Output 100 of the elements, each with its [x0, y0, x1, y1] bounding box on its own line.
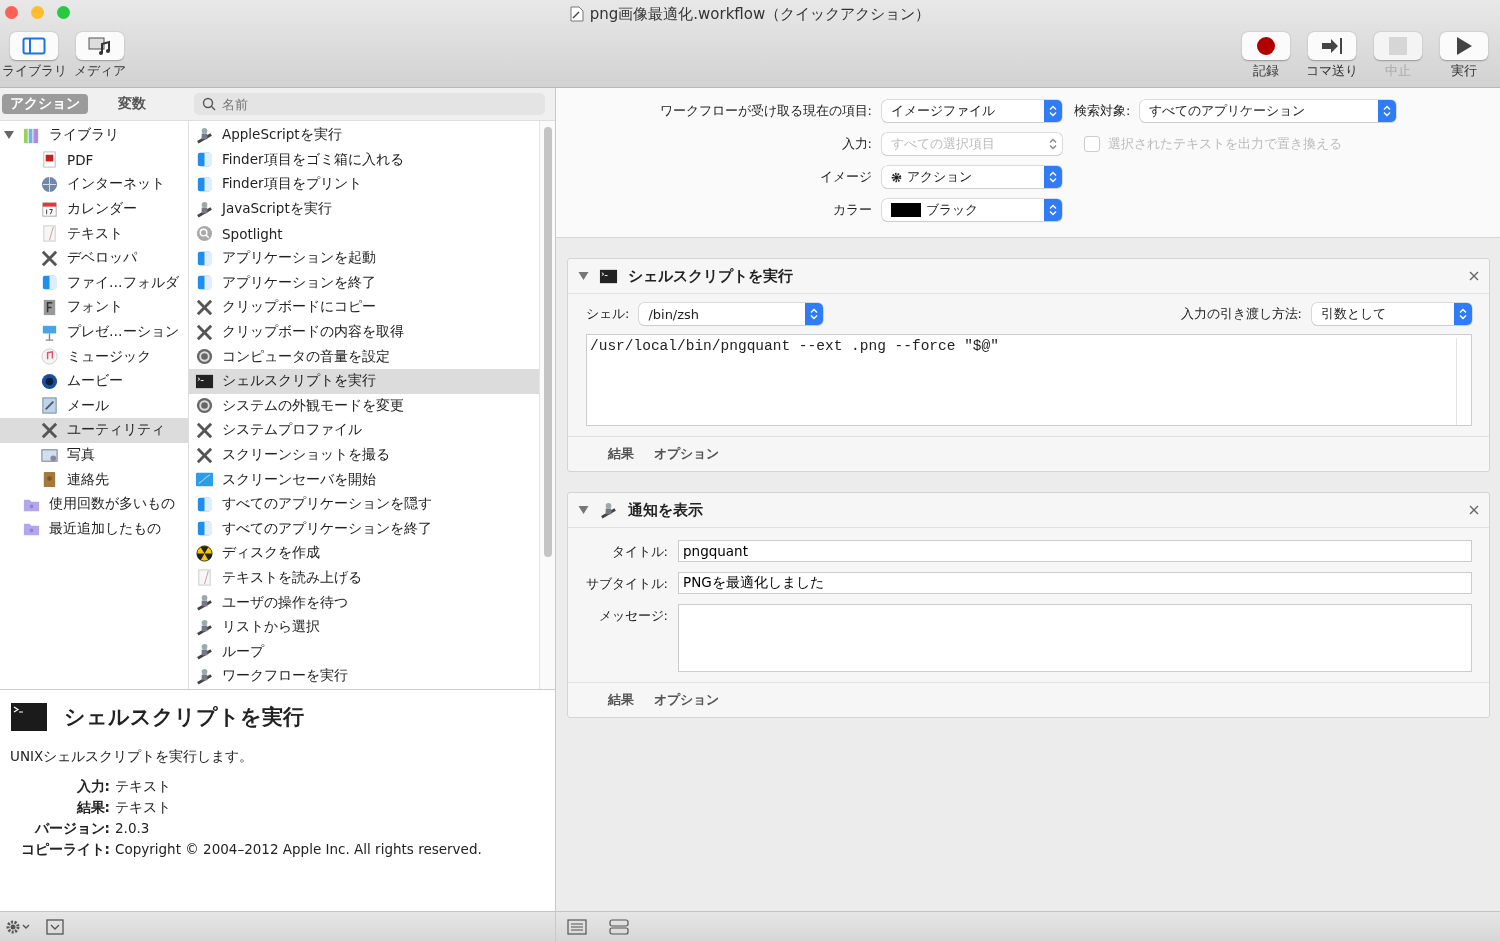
sidebar-item[interactable]: ミュージック	[0, 344, 188, 369]
search-field[interactable]: 名前	[194, 93, 545, 115]
action-item[interactable]: リストから選択	[189, 614, 539, 640]
step-button[interactable]	[1308, 32, 1356, 60]
detail-value: テキスト	[115, 778, 172, 796]
action-item[interactable]: スクリーンショットを撮る	[189, 442, 539, 468]
stepper-arrows-icon	[805, 303, 824, 325]
search-target-popup[interactable]: すべてのアプリケーション	[1140, 100, 1397, 122]
gear-icon	[195, 347, 214, 367]
window-title: png画像最適化.workflow（クイックアクション）	[589, 4, 931, 24]
card-tab[interactable]: 結果	[608, 445, 634, 463]
disclosure-triangle-icon	[4, 130, 14, 141]
tools-icon	[195, 420, 214, 440]
action-item[interactable]: ディスクを作成	[189, 541, 539, 566]
action-item[interactable]: シェルスクリプトを実行	[189, 368, 539, 394]
sidebar-item[interactable]: 連絡先	[0, 467, 188, 492]
search-icon	[202, 97, 216, 111]
action-item[interactable]: クリップボードの内容を取得	[189, 319, 539, 345]
disclosure-triangle-icon[interactable]	[578, 505, 589, 515]
sidebar-item[interactable]: フォント	[0, 295, 188, 320]
action-item[interactable]: ユーザの操作を待つ	[189, 590, 539, 615]
field-label: カラー	[832, 201, 873, 219]
sidebar-item[interactable]: 使用回数が多いもの	[0, 491, 188, 517]
run-button[interactable]	[1440, 32, 1488, 60]
toolbar-label: 記録	[1253, 63, 1279, 80]
radiation-icon	[195, 543, 214, 563]
action-description: UNIXシェルスクリプトを実行します。	[10, 748, 255, 766]
record-button[interactable]	[1242, 32, 1290, 60]
action-item[interactable]: クリップボードにコピー	[189, 295, 539, 320]
detail-value: 2.0.3	[115, 820, 151, 838]
action-item[interactable]: システムプロファイル	[189, 418, 539, 443]
field-label: 入力:	[840, 135, 873, 153]
card-tab[interactable]: 結果	[608, 691, 634, 709]
notepad-icon	[195, 568, 214, 588]
gear-menu-icon[interactable]	[6, 919, 32, 935]
receives-popup[interactable]: イメージファイル	[882, 100, 1062, 122]
text-field[interactable]: PNGを最適化しました	[678, 572, 1472, 594]
close-icon[interactable]	[1469, 505, 1479, 515]
close-icon[interactable]	[1469, 271, 1479, 281]
toggle-description-icon[interactable]	[46, 919, 64, 935]
sidebar-item[interactable]: カレンダー	[0, 196, 188, 222]
field-label: タイトル:	[610, 543, 668, 561]
field-label: ワークフローが受け取る現在の項目:	[658, 102, 873, 120]
sidebar-item[interactable]: インターネット	[0, 172, 188, 197]
action-item[interactable]: アプリケーションを起動	[189, 245, 539, 271]
robot-icon	[195, 642, 214, 662]
action-item[interactable]: Finder項目をゴミ箱に入れる	[189, 147, 539, 173]
action-item[interactable]: すべてのアプリケーションを終了	[189, 516, 539, 542]
action-item[interactable]: スクリーンセーバを開始	[189, 467, 539, 492]
stepper-arrows-icon	[1378, 100, 1397, 122]
sidebar-item[interactable]: メール	[0, 393, 188, 419]
gear-icon	[891, 171, 902, 183]
field-label: 検索対象:	[1073, 102, 1132, 120]
action-item[interactable]: アプリケーションを終了	[189, 270, 539, 296]
action-item[interactable]: Finder項目をプリント	[189, 172, 539, 197]
sidebar-item[interactable]: 最近追加したもの	[0, 516, 188, 542]
sidebar-item[interactable]: ユーティリティ	[0, 418, 188, 443]
action-item[interactable]: コンピュータの音量を設定	[189, 344, 539, 369]
pdf-icon	[40, 150, 59, 170]
action-item[interactable]: テキストを読み上げる	[189, 565, 539, 591]
action-item[interactable]: JavaScriptを実行	[189, 196, 539, 222]
shell-popup[interactable]: /bin/zsh	[639, 303, 824, 325]
sidebar-item[interactable]: ファイ…フォルダ	[0, 270, 188, 296]
library-button[interactable]	[10, 32, 58, 60]
sidebar-item[interactable]: PDF	[0, 147, 188, 173]
robot-icon	[195, 593, 214, 613]
action-item[interactable]: システムの外観モードを変更	[189, 393, 539, 419]
script-editor[interactable]: /usr/local/bin/pngquant --ext .png --force "$@"	[586, 334, 1472, 426]
sidebar-item[interactable]: テキスト	[0, 221, 188, 246]
sidebar-item[interactable]: デベロッパ	[0, 245, 188, 271]
action-item[interactable]: Spotlight	[189, 221, 539, 246]
detail-value: テキスト	[115, 799, 172, 817]
text-field[interactable]: pngquant	[678, 540, 1472, 562]
scrollbar-thumb[interactable]	[544, 127, 552, 557]
action-item[interactable]: すべてのアプリケーションを隠す	[189, 491, 539, 517]
sidebar-item[interactable]: 写真	[0, 442, 188, 468]
play-icon	[1455, 36, 1473, 56]
disclosure-triangle-icon[interactable]	[578, 271, 589, 281]
sidebar-item[interactable]: ムービー	[0, 368, 188, 394]
image-popup[interactable]: アクション	[882, 166, 1062, 188]
split-view-icon[interactable]	[609, 919, 629, 935]
sidebar-item[interactable]: プレゼ…ーション	[0, 319, 188, 345]
card-tab[interactable]: オプション	[654, 445, 719, 463]
message-field[interactable]	[678, 604, 1472, 672]
list-view-icon[interactable]	[567, 919, 587, 935]
detail-label: バージョン:	[33, 820, 110, 838]
tab[interactable]: 変数	[110, 94, 154, 114]
globe-icon	[40, 175, 59, 194]
action-item[interactable]: AppleScriptを実行	[189, 123, 539, 148]
robot-icon	[195, 666, 214, 686]
pass-input-popup[interactable]: 引数として	[1312, 303, 1472, 325]
sidebar-item[interactable]: ライブラリ	[0, 123, 188, 148]
media-button[interactable]	[76, 32, 124, 60]
close-window-button[interactable]	[5, 6, 18, 19]
card-tab[interactable]: オプション	[654, 691, 719, 709]
step-icon	[1321, 37, 1343, 55]
color-popup[interactable]: ブラック	[882, 199, 1062, 221]
action-item[interactable]: ワークフローを実行	[189, 664, 539, 689]
action-item[interactable]: ループ	[189, 639, 539, 665]
toolbar-label: メディア	[74, 63, 126, 80]
